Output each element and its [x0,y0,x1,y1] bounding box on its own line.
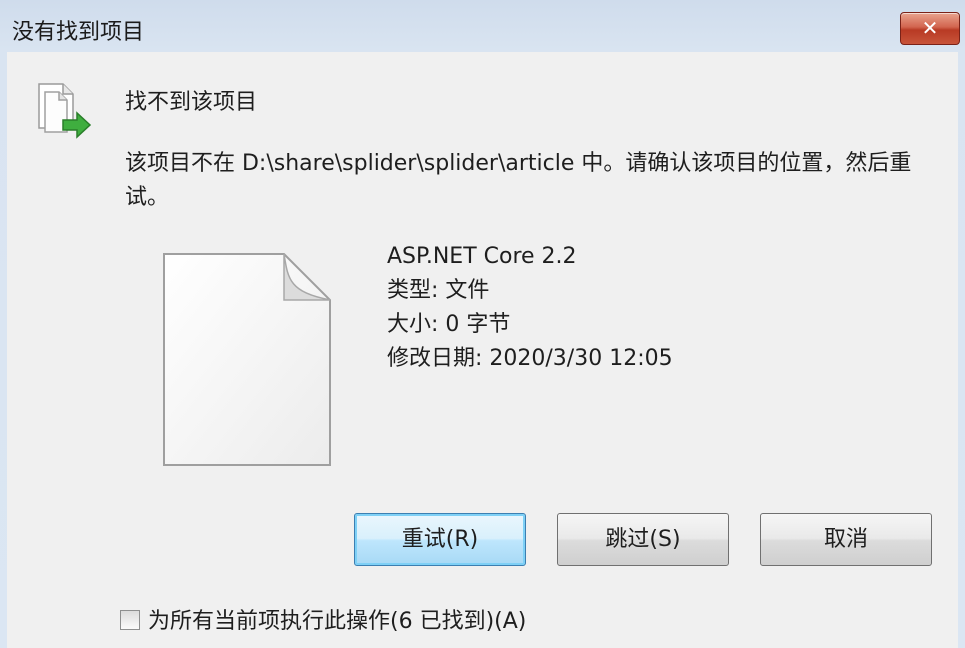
apply-to-all-checkbox[interactable] [120,610,140,630]
dialog-heading: 找不到该项目 [125,90,258,115]
title-bar[interactable]: 没有找到项目 ✕ [0,0,965,52]
retry-button[interactable]: 重试(R) [354,513,526,566]
window-title: 没有找到项目 [12,20,145,45]
close-icon: ✕ [921,16,939,40]
dialog-window: 没有找到项目 ✕ 找不到该项目 该项目不在 D:\share\splider\s… [0,0,965,648]
file-size: 大小: 0 字节 [387,312,511,337]
dialog-content: 找不到该项目 该项目不在 D:\share\splider\splider\ar… [7,52,958,648]
cancel-button[interactable]: 取消 [760,513,932,566]
file-type: 类型: 文件 [387,278,490,303]
skip-button[interactable]: 跳过(S) [557,513,729,566]
file-modified: 修改日期: 2020/3/30 12:05 [387,346,673,371]
apply-to-all-label[interactable]: 为所有当前项执行此操作(6 已找到)(A) [148,609,526,634]
dialog-message: 该项目不在 D:\share\splider\splider\article 中… [125,151,912,210]
file-move-icon [38,83,92,139]
file-name: ASP.NET Core 2.2 [387,244,577,269]
blank-document-icon [163,253,331,466]
file-details: ASP.NET Core 2.2 类型: 文件 大小: 0 字节 修改日期: 2… [387,240,673,376]
close-button[interactable]: ✕ [900,12,960,45]
apply-to-all-row[interactable]: 为所有当前项执行此操作(6 已找到)(A) [120,603,526,635]
